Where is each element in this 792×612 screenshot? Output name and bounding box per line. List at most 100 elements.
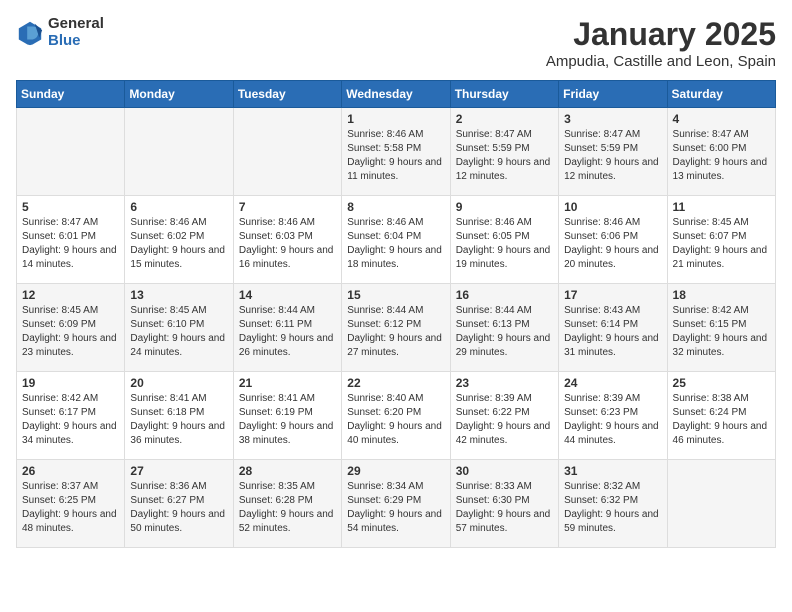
day-content: Sunrise: 8:35 AM Sunset: 6:28 PM Dayligh…	[239, 480, 336, 536]
logo-blue-text: Blue	[48, 33, 104, 50]
title-block: January 2025 Ampudia, Castille and Leon,…	[546, 16, 776, 70]
day-content: Sunrise: 8:41 AM Sunset: 6:19 PM Dayligh…	[239, 392, 336, 448]
day-number: 3	[564, 112, 661, 126]
calendar-cell: 21Sunrise: 8:41 AM Sunset: 6:19 PM Dayli…	[233, 372, 341, 460]
calendar-cell: 20 Sunrise: 8:41 AM Sunset: 6:18 PM Dayli…	[125, 372, 233, 460]
calendar-week-row: 12 Sunrise: 8:45 AM Sunset: 6:09 PM Dayli…	[17, 284, 776, 372]
day-content: Sunrise: 8:46 AM Sunset: 6:05 PM Dayligh…	[456, 216, 553, 272]
calendar-cell	[125, 108, 233, 196]
day-number: 1	[347, 112, 444, 126]
location-title: Ampudia, Castille and Leon, Spain	[546, 53, 776, 70]
day-number: 5	[22, 200, 119, 214]
calendar-week-row: 5 Sunrise: 8:47 AM Sunset: 6:01 PM Daylig…	[17, 196, 776, 284]
calendar-cell: 17 Sunrise: 8:43 AM Sunset: 6:14 PM Dayli…	[559, 284, 667, 372]
day-header-wednesday: Wednesday	[342, 81, 450, 108]
day-content: Sunrise: 8:47 AM Sunset: 5:59 PM Dayligh…	[564, 128, 661, 184]
calendar-cell: 29 Sunrise: 8:34 AM Sunset: 6:29 PM Dayli…	[342, 460, 450, 548]
day-number: 28	[239, 464, 336, 478]
day-content: Sunrise: 8:47 AM Sunset: 6:01 PM Dayligh…	[22, 216, 119, 272]
day-number: 17	[564, 288, 661, 302]
day-number: 14	[239, 288, 336, 302]
calendar-cell: 16Sunrise: 8:44 AM Sunset: 6:13 PM Dayli…	[450, 284, 558, 372]
day-content: Sunrise: 8:42 AM Sunset: 6:15 PM Dayligh…	[673, 304, 770, 360]
calendar-cell: 31Sunrise: 8:32 AM Sunset: 6:32 PM Dayli…	[559, 460, 667, 548]
day-header-saturday: Saturday	[667, 81, 775, 108]
calendar-table: SundayMondayTuesdayWednesdayThursdayFrid…	[16, 80, 776, 548]
day-number: 15	[347, 288, 444, 302]
day-number: 2	[456, 112, 553, 126]
day-content: Sunrise: 8:37 AM Sunset: 6:25 PM Dayligh…	[22, 480, 119, 536]
calendar-week-row: 26 Sunrise: 8:37 AM Sunset: 6:25 PM Dayli…	[17, 460, 776, 548]
day-content: Sunrise: 8:43 AM Sunset: 6:14 PM Dayligh…	[564, 304, 661, 360]
day-content: Sunrise: 8:42 AM Sunset: 6:17 PM Dayligh…	[22, 392, 119, 448]
calendar-cell: 27 Sunrise: 8:36 AM Sunset: 6:27 PM Dayli…	[125, 460, 233, 548]
day-number: 30	[456, 464, 553, 478]
day-number: 11	[673, 200, 770, 214]
calendar-cell: 8Sunrise: 8:46 AM Sunset: 6:04 PM Daylig…	[342, 196, 450, 284]
logo-general-text: General	[48, 16, 104, 33]
calendar-week-row: 19 Sunrise: 8:42 AM Sunset: 6:17 PM Dayli…	[17, 372, 776, 460]
day-content: Sunrise: 8:34 AM Sunset: 6:29 PM Dayligh…	[347, 480, 444, 536]
calendar-cell: 11 Sunrise: 8:45 AM Sunset: 6:07 PM Dayli…	[667, 196, 775, 284]
day-number: 4	[673, 112, 770, 126]
day-content: Sunrise: 8:38 AM Sunset: 6:24 PM Dayligh…	[673, 392, 770, 448]
day-content: Sunrise: 8:45 AM Sunset: 6:09 PM Dayligh…	[22, 304, 119, 360]
calendar-cell: 13 Sunrise: 8:45 AM Sunset: 6:10 PM Dayli…	[125, 284, 233, 372]
day-content: Sunrise: 8:44 AM Sunset: 6:11 PM Dayligh…	[239, 304, 336, 360]
day-content: Sunrise: 8:46 AM Sunset: 6:06 PM Dayligh…	[564, 216, 661, 272]
day-number: 29	[347, 464, 444, 478]
day-content: Sunrise: 8:39 AM Sunset: 6:23 PM Dayligh…	[564, 392, 661, 448]
month-title: January 2025	[546, 16, 776, 53]
day-number: 23	[456, 376, 553, 390]
day-number: 12	[22, 288, 119, 302]
calendar-cell: 26 Sunrise: 8:37 AM Sunset: 6:25 PM Dayli…	[17, 460, 125, 548]
day-number: 20	[130, 376, 227, 390]
day-content: Sunrise: 8:40 AM Sunset: 6:20 PM Dayligh…	[347, 392, 444, 448]
calendar-cell	[667, 460, 775, 548]
day-content: Sunrise: 8:46 AM Sunset: 6:03 PM Dayligh…	[239, 216, 336, 272]
logo: General Blue	[16, 16, 104, 49]
day-content: Sunrise: 8:44 AM Sunset: 6:12 PM Dayligh…	[347, 304, 444, 360]
calendar-cell	[233, 108, 341, 196]
day-content: Sunrise: 8:47 AM Sunset: 5:59 PM Dayligh…	[456, 128, 553, 184]
day-number: 31	[564, 464, 661, 478]
day-header-friday: Friday	[559, 81, 667, 108]
day-number: 8	[347, 200, 444, 214]
calendar-cell: 15 Sunrise: 8:44 AM Sunset: 6:12 PM Dayli…	[342, 284, 450, 372]
day-content: Sunrise: 8:47 AM Sunset: 6:00 PM Dayligh…	[673, 128, 770, 184]
calendar-cell: 22Sunrise: 8:40 AM Sunset: 6:20 PM Dayli…	[342, 372, 450, 460]
day-number: 7	[239, 200, 336, 214]
calendar-week-row: 1 Sunrise: 8:46 AM Sunset: 5:58 PM Daylig…	[17, 108, 776, 196]
calendar-cell: 18 Sunrise: 8:42 AM Sunset: 6:15 PM Dayli…	[667, 284, 775, 372]
calendar-cell: 30 Sunrise: 8:33 AM Sunset: 6:30 PM Dayli…	[450, 460, 558, 548]
day-content: Sunrise: 8:45 AM Sunset: 6:07 PM Dayligh…	[673, 216, 770, 272]
day-number: 6	[130, 200, 227, 214]
day-number: 25	[673, 376, 770, 390]
day-content: Sunrise: 8:46 AM Sunset: 5:58 PM Dayligh…	[347, 128, 444, 184]
day-number: 16	[456, 288, 553, 302]
day-content: Sunrise: 8:41 AM Sunset: 6:18 PM Dayligh…	[130, 392, 227, 448]
calendar-cell: 23Sunrise: 8:39 AM Sunset: 6:22 PM Dayli…	[450, 372, 558, 460]
day-content: Sunrise: 8:46 AM Sunset: 6:02 PM Dayligh…	[130, 216, 227, 272]
calendar-cell: 1 Sunrise: 8:46 AM Sunset: 5:58 PM Daylig…	[342, 108, 450, 196]
day-number: 27	[130, 464, 227, 478]
day-number: 26	[22, 464, 119, 478]
calendar-cell: 14 Sunrise: 8:44 AM Sunset: 6:11 PM Dayli…	[233, 284, 341, 372]
day-content: Sunrise: 8:45 AM Sunset: 6:10 PM Dayligh…	[130, 304, 227, 360]
calendar-cell: 7 Sunrise: 8:46 AM Sunset: 6:03 PM Daylig…	[233, 196, 341, 284]
day-content: Sunrise: 8:33 AM Sunset: 6:30 PM Dayligh…	[456, 480, 553, 536]
day-header-tuesday: Tuesday	[233, 81, 341, 108]
day-number: 18	[673, 288, 770, 302]
calendar-cell: 19 Sunrise: 8:42 AM Sunset: 6:17 PM Dayli…	[17, 372, 125, 460]
day-number: 9	[456, 200, 553, 214]
calendar-cell: 28 Sunrise: 8:35 AM Sunset: 6:28 PM Dayli…	[233, 460, 341, 548]
calendar-cell: 5 Sunrise: 8:47 AM Sunset: 6:01 PM Daylig…	[17, 196, 125, 284]
day-content: Sunrise: 8:36 AM Sunset: 6:27 PM Dayligh…	[130, 480, 227, 536]
day-header-thursday: Thursday	[450, 81, 558, 108]
day-header-sunday: Sunday	[17, 81, 125, 108]
logo-icon	[16, 19, 44, 47]
day-number: 19	[22, 376, 119, 390]
day-number: 13	[130, 288, 227, 302]
day-header-monday: Monday	[125, 81, 233, 108]
calendar-cell: 12 Sunrise: 8:45 AM Sunset: 6:09 PM Dayli…	[17, 284, 125, 372]
